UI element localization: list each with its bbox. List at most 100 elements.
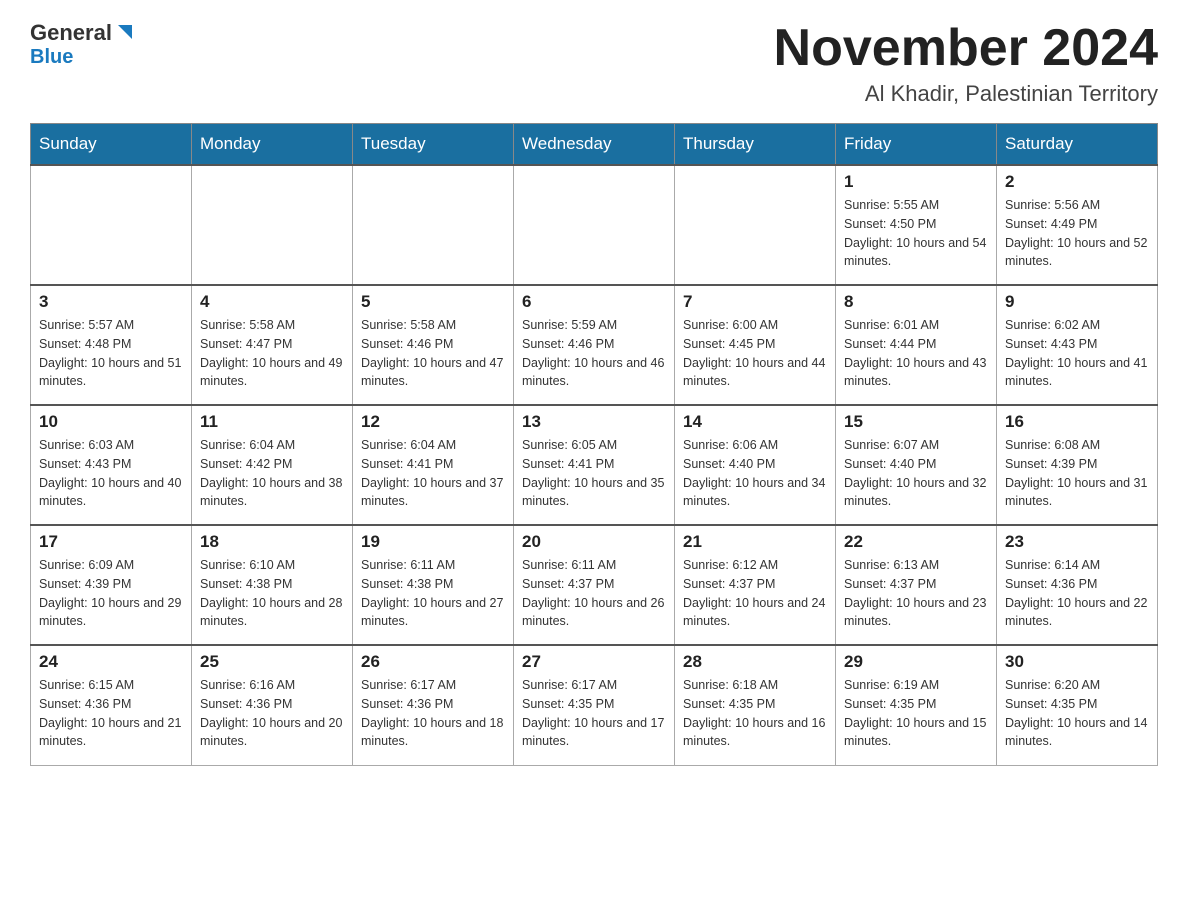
day-info: Sunrise: 6:17 AM Sunset: 4:35 PM Dayligh…	[522, 676, 666, 751]
table-cell: 15 Sunrise: 6:07 AM Sunset: 4:40 PM Dayli…	[836, 405, 997, 525]
day-number: 18	[200, 532, 344, 552]
day-info: Sunrise: 5:56 AM Sunset: 4:49 PM Dayligh…	[1005, 196, 1149, 271]
week-row-2: 3 Sunrise: 5:57 AM Sunset: 4:48 PM Daylig…	[31, 285, 1158, 405]
day-number: 24	[39, 652, 183, 672]
table-cell: 20 Sunrise: 6:11 AM Sunset: 4:37 PM Dayli…	[514, 525, 675, 645]
table-cell: 4 Sunrise: 5:58 AM Sunset: 4:47 PM Daylig…	[192, 285, 353, 405]
day-number: 17	[39, 532, 183, 552]
table-cell	[353, 165, 514, 285]
day-number: 13	[522, 412, 666, 432]
table-cell: 13 Sunrise: 6:05 AM Sunset: 4:41 PM Dayli…	[514, 405, 675, 525]
title-block: November 2024 Al Khadir, Palestinian Ter…	[774, 20, 1158, 107]
day-number: 11	[200, 412, 344, 432]
day-info: Sunrise: 6:06 AM Sunset: 4:40 PM Dayligh…	[683, 436, 827, 511]
table-cell	[192, 165, 353, 285]
day-info: Sunrise: 6:04 AM Sunset: 4:42 PM Dayligh…	[200, 436, 344, 511]
day-info: Sunrise: 6:01 AM Sunset: 4:44 PM Dayligh…	[844, 316, 988, 391]
day-info: Sunrise: 6:00 AM Sunset: 4:45 PM Dayligh…	[683, 316, 827, 391]
day-info: Sunrise: 6:18 AM Sunset: 4:35 PM Dayligh…	[683, 676, 827, 751]
table-cell: 29 Sunrise: 6:19 AM Sunset: 4:35 PM Dayli…	[836, 645, 997, 765]
day-info: Sunrise: 6:17 AM Sunset: 4:36 PM Dayligh…	[361, 676, 505, 751]
calendar-subtitle: Al Khadir, Palestinian Territory	[774, 81, 1158, 107]
col-tuesday: Tuesday	[353, 124, 514, 166]
table-cell: 24 Sunrise: 6:15 AM Sunset: 4:36 PM Dayli…	[31, 645, 192, 765]
table-cell: 5 Sunrise: 5:58 AM Sunset: 4:46 PM Daylig…	[353, 285, 514, 405]
table-cell: 17Sunrise: 6:09 AM Sunset: 4:39 PM Dayli…	[31, 525, 192, 645]
logo-arrow-icon	[114, 21, 136, 43]
table-cell: 18Sunrise: 6:10 AM Sunset: 4:38 PM Dayli…	[192, 525, 353, 645]
table-cell: 1 Sunrise: 5:55 AM Sunset: 4:50 PM Daylig…	[836, 165, 997, 285]
week-row-3: 10Sunrise: 6:03 AM Sunset: 4:43 PM Dayli…	[31, 405, 1158, 525]
day-number: 15	[844, 412, 988, 432]
day-number: 29	[844, 652, 988, 672]
day-number: 3	[39, 292, 183, 312]
day-info: Sunrise: 6:15 AM Sunset: 4:36 PM Dayligh…	[39, 676, 183, 751]
page-header: General Blue November 2024 Al Khadir, Pa…	[30, 20, 1158, 107]
day-number: 20	[522, 532, 666, 552]
table-cell: 3 Sunrise: 5:57 AM Sunset: 4:48 PM Daylig…	[31, 285, 192, 405]
day-number: 2	[1005, 172, 1149, 192]
day-number: 23	[1005, 532, 1149, 552]
day-info: Sunrise: 6:08 AM Sunset: 4:39 PM Dayligh…	[1005, 436, 1149, 511]
table-cell: 28 Sunrise: 6:18 AM Sunset: 4:35 PM Dayli…	[675, 645, 836, 765]
calendar-title: November 2024	[774, 20, 1158, 77]
day-info: Sunrise: 6:13 AM Sunset: 4:37 PM Dayligh…	[844, 556, 988, 631]
table-cell: 26 Sunrise: 6:17 AM Sunset: 4:36 PM Dayli…	[353, 645, 514, 765]
table-cell: 2 Sunrise: 5:56 AM Sunset: 4:49 PM Daylig…	[997, 165, 1158, 285]
col-friday: Friday	[836, 124, 997, 166]
day-number: 12	[361, 412, 505, 432]
day-number: 7	[683, 292, 827, 312]
day-number: 6	[522, 292, 666, 312]
day-number: 27	[522, 652, 666, 672]
day-number: 8	[844, 292, 988, 312]
day-info: Sunrise: 5:58 AM Sunset: 4:47 PM Dayligh…	[200, 316, 344, 391]
day-info: Sunrise: 6:11 AM Sunset: 4:38 PM Dayligh…	[361, 556, 505, 631]
week-row-4: 17Sunrise: 6:09 AM Sunset: 4:39 PM Dayli…	[31, 525, 1158, 645]
table-cell: 30Sunrise: 6:20 AM Sunset: 4:35 PM Dayli…	[997, 645, 1158, 765]
col-monday: Monday	[192, 124, 353, 166]
day-info: Sunrise: 6:19 AM Sunset: 4:35 PM Dayligh…	[844, 676, 988, 751]
table-cell: 10Sunrise: 6:03 AM Sunset: 4:43 PM Dayli…	[31, 405, 192, 525]
day-number: 19	[361, 532, 505, 552]
table-cell: 27 Sunrise: 6:17 AM Sunset: 4:35 PM Dayli…	[514, 645, 675, 765]
table-cell: 11 Sunrise: 6:04 AM Sunset: 4:42 PM Dayli…	[192, 405, 353, 525]
day-info: Sunrise: 5:57 AM Sunset: 4:48 PM Dayligh…	[39, 316, 183, 391]
col-wednesday: Wednesday	[514, 124, 675, 166]
day-number: 22	[844, 532, 988, 552]
table-cell: 9 Sunrise: 6:02 AM Sunset: 4:43 PM Daylig…	[997, 285, 1158, 405]
calendar-table: Sunday Monday Tuesday Wednesday Thursday…	[30, 123, 1158, 766]
col-thursday: Thursday	[675, 124, 836, 166]
day-number: 10	[39, 412, 183, 432]
table-cell: 6 Sunrise: 5:59 AM Sunset: 4:46 PM Daylig…	[514, 285, 675, 405]
table-cell	[514, 165, 675, 285]
table-cell: 12Sunrise: 6:04 AM Sunset: 4:41 PM Dayli…	[353, 405, 514, 525]
day-info: Sunrise: 5:55 AM Sunset: 4:50 PM Dayligh…	[844, 196, 988, 271]
day-info: Sunrise: 6:12 AM Sunset: 4:37 PM Dayligh…	[683, 556, 827, 631]
logo-blue-text: Blue	[30, 46, 73, 68]
day-number: 21	[683, 532, 827, 552]
table-cell: 19 Sunrise: 6:11 AM Sunset: 4:38 PM Dayli…	[353, 525, 514, 645]
table-cell: 21 Sunrise: 6:12 AM Sunset: 4:37 PM Dayli…	[675, 525, 836, 645]
day-number: 26	[361, 652, 505, 672]
table-cell: 22 Sunrise: 6:13 AM Sunset: 4:37 PM Dayli…	[836, 525, 997, 645]
day-number: 5	[361, 292, 505, 312]
week-row-1: 1 Sunrise: 5:55 AM Sunset: 4:50 PM Daylig…	[31, 165, 1158, 285]
calendar-header-row: Sunday Monday Tuesday Wednesday Thursday…	[31, 124, 1158, 166]
day-info: Sunrise: 6:05 AM Sunset: 4:41 PM Dayligh…	[522, 436, 666, 511]
day-number: 4	[200, 292, 344, 312]
day-number: 14	[683, 412, 827, 432]
day-info: Sunrise: 6:07 AM Sunset: 4:40 PM Dayligh…	[844, 436, 988, 511]
day-info: Sunrise: 6:02 AM Sunset: 4:43 PM Dayligh…	[1005, 316, 1149, 391]
week-row-5: 24 Sunrise: 6:15 AM Sunset: 4:36 PM Dayli…	[31, 645, 1158, 765]
day-info: Sunrise: 5:58 AM Sunset: 4:46 PM Dayligh…	[361, 316, 505, 391]
day-number: 9	[1005, 292, 1149, 312]
day-info: Sunrise: 5:59 AM Sunset: 4:46 PM Dayligh…	[522, 316, 666, 391]
day-info: Sunrise: 6:20 AM Sunset: 4:35 PM Dayligh…	[1005, 676, 1149, 751]
table-cell: 7 Sunrise: 6:00 AM Sunset: 4:45 PM Daylig…	[675, 285, 836, 405]
table-cell: 14 Sunrise: 6:06 AM Sunset: 4:40 PM Dayli…	[675, 405, 836, 525]
day-info: Sunrise: 6:11 AM Sunset: 4:37 PM Dayligh…	[522, 556, 666, 631]
day-number: 1	[844, 172, 988, 192]
table-cell: 8 Sunrise: 6:01 AM Sunset: 4:44 PM Daylig…	[836, 285, 997, 405]
logo-general-text: General	[30, 20, 112, 46]
day-number: 28	[683, 652, 827, 672]
